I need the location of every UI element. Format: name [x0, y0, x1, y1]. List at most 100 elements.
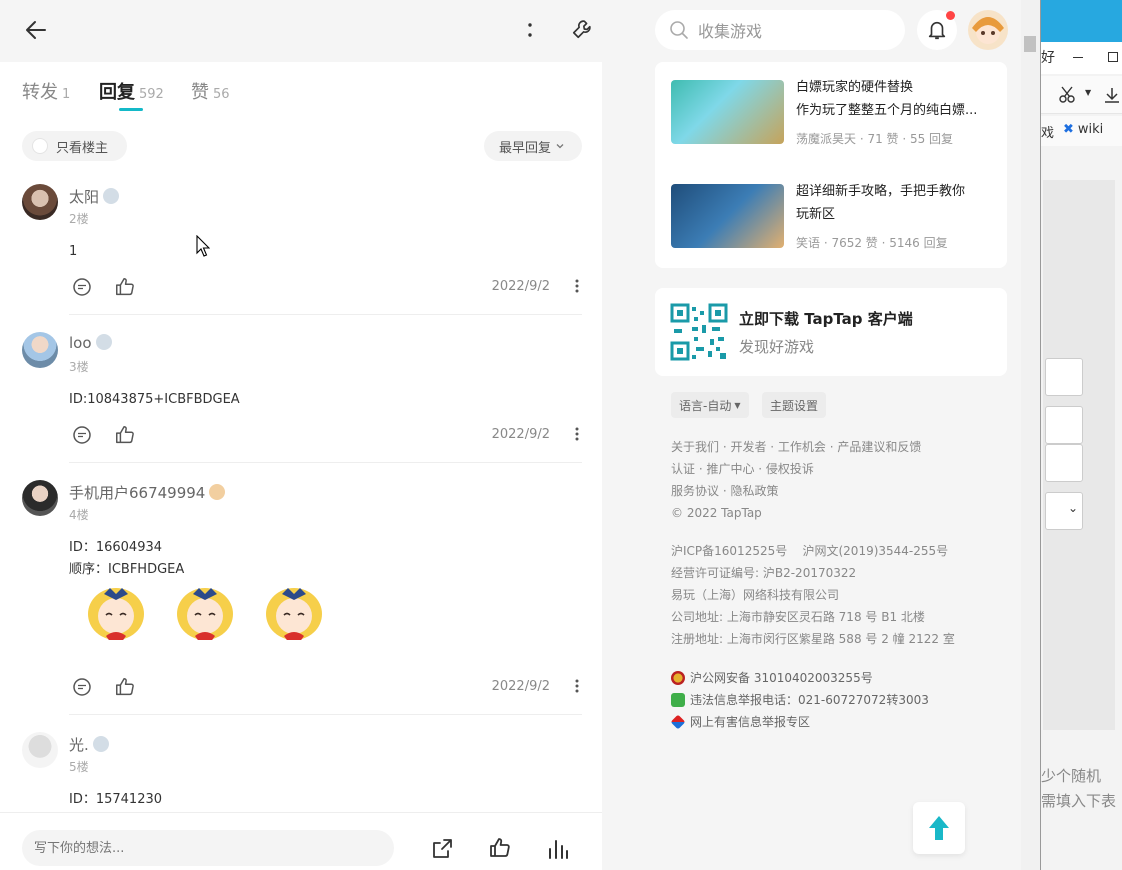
form-field[interactable]: [1045, 358, 1083, 396]
chevron-down-icon: ⌄: [1068, 501, 1079, 515]
bookmark-fragment[interactable]: 戏: [1041, 122, 1054, 141]
wrench-icon: [572, 20, 591, 39]
wiki-bookmark[interactable]: ✖ wiki: [1063, 122, 1103, 137]
comment-actions: 2022/9/2: [70, 676, 582, 700]
comment-date: 2022/9/2: [491, 279, 550, 294]
vertical-dots-icon[interactable]: [574, 678, 580, 694]
comment-user[interactable]: 太阳: [69, 186, 120, 207]
username: 太阳: [69, 188, 100, 206]
harmful-info-link[interactable]: 网上有害信息举报专区: [670, 713, 811, 730]
page-scrollbar[interactable]: [1021, 0, 1040, 870]
vertical-dots-icon: [528, 23, 532, 37]
download-subtitle: 发现好游戏: [739, 338, 815, 356]
wiki-icon: ✖: [1063, 122, 1074, 137]
comment-user[interactable]: loo: [69, 334, 112, 352]
form-field[interactable]: [1045, 406, 1083, 444]
recommended-post[interactable]: 白嫖玩家的硬件替换 作为玩了整整五个月的纯白嫖... 荡魔派昊天 · 71 赞 …: [655, 62, 1007, 158]
icp-license[interactable]: 沪ICP备16012525号 沪网文(2019)3544-255号: [671, 540, 955, 562]
only-op-toggle[interactable]: 只看楼主: [22, 131, 127, 161]
bell-icon: [928, 21, 946, 40]
scroll-to-top-button[interactable]: [913, 802, 965, 854]
avatar[interactable]: [22, 732, 58, 768]
arrow-left-icon: [26, 21, 46, 39]
copyright: © 2022 TapTap: [671, 506, 762, 520]
maximize-icon[interactable]: [1108, 52, 1118, 62]
sticker-girl-heart[interactable]: [169, 582, 241, 660]
replies-panel: 转发 1 回复 592 赞 56 只看楼主 最早回复 太阳 2楼 1 2022/9/2…: [0, 0, 602, 870]
mouse-cursor-icon: [196, 235, 210, 257]
floor-number: 3楼: [69, 360, 89, 374]
bar-chart-icon[interactable]: [546, 837, 570, 861]
footer-legal: 沪ICP备16012525号 沪网文(2019)3544-255号 经营许可证编…: [671, 540, 955, 650]
reply-input[interactable]: [22, 830, 394, 866]
checkbox-circle[interactable]: [32, 138, 48, 154]
chevron-down-icon[interactable]: ▼: [1085, 88, 1091, 97]
recommended-posts-card: 白嫖玩家的硬件替换 作为玩了整整五个月的纯白嫖... 荡魔派昊天 · 71 赞 …: [655, 62, 1007, 268]
post-thumbnail: [671, 80, 784, 144]
comment-date: 2022/9/2: [491, 679, 550, 694]
gov-record-link[interactable]: 沪公网安备 31010402003255号: [671, 669, 873, 686]
floor-number: 5楼: [69, 760, 89, 774]
comment-user[interactable]: 手机用户66749994: [69, 482, 226, 503]
avatar[interactable]: [22, 480, 58, 516]
sticker-girl-heart[interactable]: [258, 582, 330, 660]
window-glyph: 好: [1041, 50, 1055, 66]
report-phone-link[interactable]: 违法信息举报电话：021-60727072转3003: [671, 691, 929, 708]
download-app-card[interactable]: 立即下载 TapTap 客户端 发现好游戏: [655, 288, 1007, 376]
footer-link-row[interactable]: 服务协议 · 隐私政策: [671, 480, 921, 502]
tab-replies[interactable]: 回复 592: [99, 78, 164, 104]
form-hint-line: 需填入下表: [1041, 792, 1117, 810]
sticker-row: [80, 582, 340, 660]
share-icon[interactable]: [430, 837, 454, 861]
qr-code-icon: [670, 303, 728, 361]
minimize-icon[interactable]: [1073, 57, 1083, 58]
report-icon: [671, 692, 685, 707]
sticker-girl-heart[interactable]: [80, 582, 152, 660]
comment-text: ID:10843875+ICBFBDGEA: [69, 392, 240, 407]
thumbs-up-icon[interactable]: [488, 836, 512, 860]
arrow-up-icon: [929, 816, 949, 840]
reply-bubble-icon[interactable]: [72, 425, 92, 445]
post-thumbnail: [671, 184, 784, 248]
thumbs-up-icon[interactable]: [114, 424, 136, 446]
floor-number: 4楼: [69, 508, 89, 522]
thumbs-up-icon[interactable]: [114, 276, 136, 298]
tab-reposts[interactable]: 转发 1: [22, 78, 70, 104]
floor-number: 2楼: [69, 212, 89, 226]
vertical-dots-icon[interactable]: [574, 426, 580, 442]
level-badge-icon: [209, 484, 226, 500]
tools-button[interactable]: [569, 16, 595, 42]
avatar[interactable]: [22, 332, 58, 368]
avatar[interactable]: [22, 184, 58, 220]
download-icon[interactable]: [1103, 86, 1121, 104]
footer-link-row[interactable]: 认证 · 推广中心 · 侵权投诉: [671, 458, 921, 480]
comment-text: ID：16604934: [69, 540, 163, 555]
reply-bubble-icon[interactable]: [72, 277, 92, 297]
vertical-dots-icon[interactable]: [574, 278, 580, 294]
cut-icon[interactable]: [1058, 86, 1078, 104]
chevron-down-icon: [556, 144, 564, 149]
company-address: 公司地址: 上海市静安区灵石路 718 号 B1 北楼: [671, 610, 925, 624]
search-bar[interactable]: 收集游戏: [655, 10, 905, 50]
form-select[interactable]: ⌄: [1045, 492, 1083, 530]
form-panel: ⌄: [1043, 180, 1115, 730]
sort-dropdown[interactable]: 最早回复: [484, 131, 582, 161]
tab-likes[interactable]: 赞 56: [191, 78, 230, 104]
footer-link-row[interactable]: 关于我们 · 开发者 · 工作机会 · 产品建议和反馈: [671, 436, 921, 458]
harmful-info-text: 网上有害信息举报专区: [690, 715, 811, 729]
theme-settings-button[interactable]: 主题设置: [762, 392, 827, 418]
notifications-button[interactable]: [917, 10, 957, 50]
theme-label: 主题设置: [770, 398, 819, 413]
recommended-post[interactable]: 超详细新手攻略，手把手教你 玩新区 笑语 · 7652 赞 · 5146 回复: [655, 166, 1007, 262]
form-field[interactable]: [1045, 444, 1083, 482]
comment-user[interactable]: 光.: [69, 734, 109, 755]
back-button[interactable]: [22, 16, 50, 44]
username: 光.: [69, 736, 89, 754]
more-menu-button[interactable]: [518, 18, 542, 42]
reply-bubble-icon[interactable]: [72, 677, 92, 697]
language-label: 语言-自动: [679, 398, 732, 413]
scrollbar-thumb[interactable]: [1024, 36, 1036, 52]
user-avatar[interactable]: [968, 10, 1008, 50]
language-selector[interactable]: 语言-自动 ▼: [671, 392, 749, 418]
thumbs-up-icon[interactable]: [114, 676, 136, 698]
